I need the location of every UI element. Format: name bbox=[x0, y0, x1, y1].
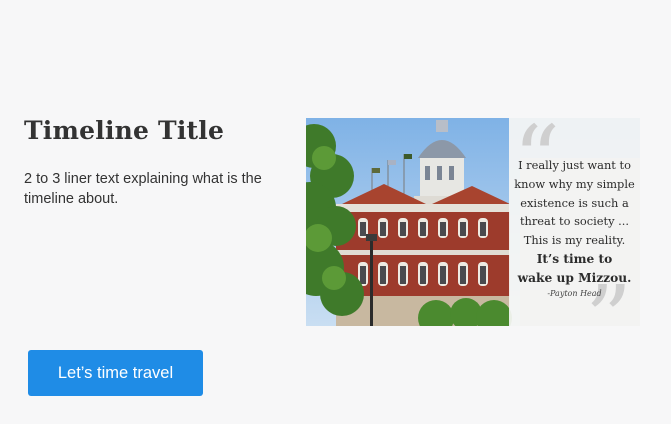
quote-line: existence is such a bbox=[520, 195, 629, 210]
timeline-intro-page: Timeline Title 2 to 3 liner text explain… bbox=[0, 0, 671, 424]
quote-overlay: “ ” I really just want to know why my si… bbox=[509, 118, 640, 326]
quote-line: threat to society ... bbox=[519, 214, 630, 229]
quote-line: I really just want to bbox=[518, 158, 631, 172]
quote-text: I really just want to know why my simple… bbox=[513, 156, 636, 287]
quote-line: know why my simple bbox=[514, 176, 635, 191]
quote-author: -Payton Head bbox=[547, 289, 602, 298]
time-travel-button[interactable]: Let’s time travel bbox=[28, 350, 203, 396]
timeline-description: 2 to 3 liner text explaining what is the… bbox=[24, 171, 262, 207]
timeline-title: Timeline Title bbox=[24, 116, 225, 145]
quote-emphasis-line: wake up Mizzou. bbox=[517, 270, 632, 285]
hero-image: “ ” I really just want to know why my si… bbox=[306, 118, 640, 326]
quote-line: This is my reality. bbox=[523, 233, 626, 248]
quote-emphasis-line: It’s time to bbox=[536, 251, 613, 266]
